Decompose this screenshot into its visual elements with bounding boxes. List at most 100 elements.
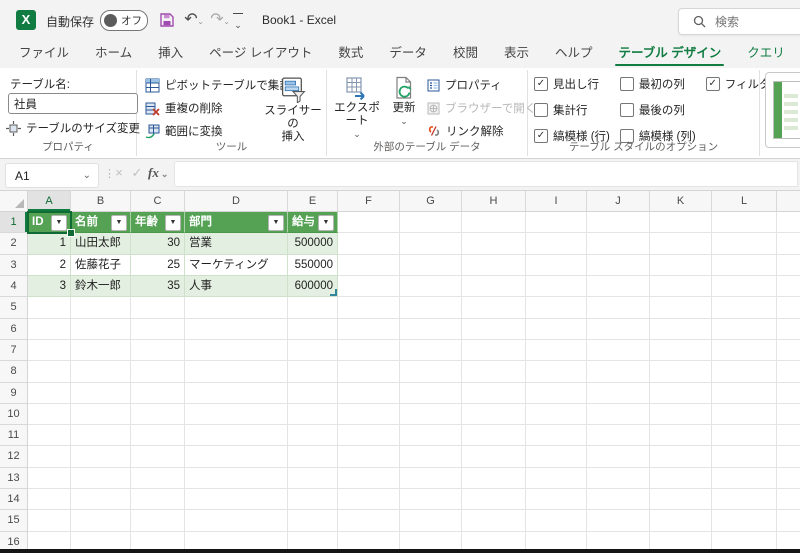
cell-I5[interactable] <box>526 297 587 319</box>
tab-テーブル デザイン[interactable]: テーブル デザイン <box>605 37 734 68</box>
cell-J2[interactable] <box>587 233 650 255</box>
cell-D11[interactable] <box>185 425 288 447</box>
cell-D12[interactable] <box>185 446 288 468</box>
cell-A10[interactable] <box>28 403 71 426</box>
tab-数式[interactable]: 数式 <box>325 37 376 68</box>
checkbox-checked-icon[interactable]: ✓ <box>705 77 720 91</box>
cell-D6[interactable] <box>185 318 288 340</box>
cell-H10[interactable] <box>462 403 526 426</box>
cell-C1[interactable]: 年齢 ▼ <box>131 212 185 234</box>
cell-J5[interactable] <box>587 297 650 319</box>
cell-A2[interactable]: 1 <box>28 233 71 255</box>
row-header-1[interactable]: 1 <box>0 212 28 234</box>
cell-I12[interactable] <box>526 446 587 468</box>
excel-app-icon[interactable]: X <box>16 10 36 30</box>
cell-B5[interactable] <box>71 297 131 319</box>
cell-B11[interactable] <box>71 425 131 447</box>
formula-input[interactable] <box>174 161 798 187</box>
export-button[interactable]: エクスポート ⌄ <box>331 74 383 148</box>
cell-D3[interactable]: マーケティング <box>185 254 288 276</box>
cell-F4[interactable] <box>338 275 400 298</box>
cell-J12[interactable] <box>587 446 650 468</box>
cell-F10[interactable] <box>338 403 400 426</box>
cell-I9[interactable] <box>526 382 587 404</box>
cell-B3[interactable]: 佐藤花子 <box>71 254 131 276</box>
column-header-B[interactable]: B <box>71 191 131 212</box>
cell-G15[interactable] <box>400 510 462 532</box>
tab-挿入[interactable]: 挿入 <box>145 37 196 68</box>
filter-button-部門[interactable]: ▼ <box>268 215 284 231</box>
cell-I3[interactable] <box>526 254 587 276</box>
cell-A14[interactable] <box>28 489 71 511</box>
cell-K11[interactable] <box>650 425 712 447</box>
cell-G6[interactable] <box>400 318 462 340</box>
cell-J8[interactable] <box>587 361 650 383</box>
cell-F3[interactable] <box>338 254 400 276</box>
cell-E1[interactable]: 給与 ▼ <box>288 212 338 234</box>
cell-G10[interactable] <box>400 403 462 426</box>
cell-H11[interactable] <box>462 425 526 447</box>
cell-E13[interactable] <box>288 467 338 490</box>
cell-A1[interactable]: ID ▼ <box>28 212 71 234</box>
cell-L7[interactable] <box>712 339 777 362</box>
cell-E10[interactable] <box>288 403 338 426</box>
cell-D4[interactable]: 人事 <box>185 275 288 298</box>
cell-M1[interactable] <box>777 212 800 234</box>
cell-L1[interactable] <box>712 212 777 234</box>
row-header-15[interactable]: 15 <box>0 510 28 532</box>
cell-M4[interactable] <box>777 275 800 298</box>
cell-G2[interactable] <box>400 233 462 255</box>
cell-K8[interactable] <box>650 361 712 383</box>
cell-J14[interactable] <box>587 489 650 511</box>
cell-I4[interactable] <box>526 275 587 298</box>
filter-button-ID[interactable]: ▼ <box>51 215 67 231</box>
column-header-E[interactable]: E <box>288 191 338 212</box>
row-header-3[interactable]: 3 <box>0 254 28 276</box>
column-header-D[interactable]: D <box>185 191 288 212</box>
column-header-G[interactable]: G <box>400 191 462 212</box>
cell-J10[interactable] <box>587 403 650 426</box>
column-header-J[interactable]: J <box>587 191 650 212</box>
cell-K5[interactable] <box>650 297 712 319</box>
cell-I8[interactable] <box>526 361 587 383</box>
cell-H7[interactable] <box>462 339 526 362</box>
cell-C11[interactable] <box>131 425 185 447</box>
cell-M13[interactable] <box>777 467 800 490</box>
cell-M8[interactable] <box>777 361 800 383</box>
cell-E12[interactable] <box>288 446 338 468</box>
cell-A6[interactable] <box>28 318 71 340</box>
cell-K10[interactable] <box>650 403 712 426</box>
cell-J15[interactable] <box>587 510 650 532</box>
cell-B14[interactable] <box>71 489 131 511</box>
cell-K13[interactable] <box>650 467 712 490</box>
cell-F2[interactable] <box>338 233 400 255</box>
cell-K15[interactable] <box>650 510 712 532</box>
cell-B1[interactable]: 名前 ▼ <box>71 212 131 234</box>
row-header-2[interactable]: 2 <box>0 233 28 255</box>
cancel-icon[interactable]: × <box>110 165 128 180</box>
cell-K7[interactable] <box>650 339 712 362</box>
table-style-preview-icon[interactable] <box>773 81 800 139</box>
checkbox-見出し行[interactable]: ✓ 見出し行 <box>534 76 610 92</box>
cell-H2[interactable] <box>462 233 526 255</box>
cell-J6[interactable] <box>587 318 650 340</box>
cell-K2[interactable] <box>650 233 712 255</box>
convert-to-range-button[interactable]: 範囲に変換 <box>145 123 223 139</box>
column-header-K[interactable]: K <box>650 191 712 212</box>
cell-A5[interactable] <box>28 297 71 319</box>
row-header-14[interactable]: 14 <box>0 489 28 511</box>
cell-L6[interactable] <box>712 318 777 340</box>
cell-G3[interactable] <box>400 254 462 276</box>
cell-A13[interactable] <box>28 467 71 490</box>
filter-button-名前[interactable]: ▼ <box>111 215 127 231</box>
cell-J3[interactable] <box>587 254 650 276</box>
search-box[interactable] <box>678 8 800 35</box>
cell-H9[interactable] <box>462 382 526 404</box>
cell-G1[interactable] <box>400 212 462 234</box>
column-header-I[interactable]: I <box>526 191 587 212</box>
cell-E2[interactable]: 500000 <box>288 233 338 255</box>
cell-B2[interactable]: 山田太郎 <box>71 233 131 255</box>
cell-H14[interactable] <box>462 489 526 511</box>
cell-A3[interactable]: 2 <box>28 254 71 276</box>
cell-D14[interactable] <box>185 489 288 511</box>
